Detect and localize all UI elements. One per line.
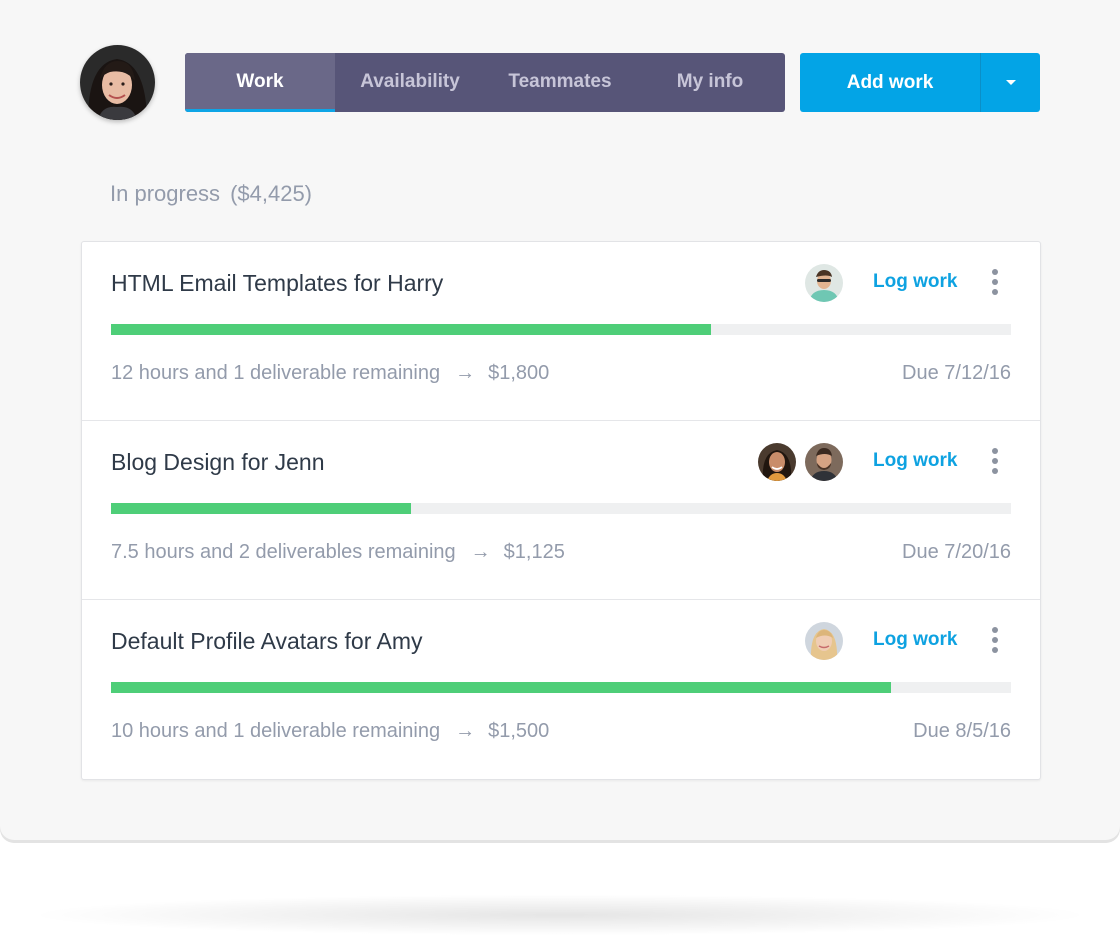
project-title: Blog Design for Jenn [111, 449, 325, 475]
progress-fill [111, 682, 892, 693]
add-work-button[interactable]: Add work [800, 53, 980, 112]
log-work-link[interactable]: Log work [873, 450, 957, 472]
main-tabs: Work Availability Teammates My info [185, 53, 785, 112]
section-title: In progress [110, 181, 221, 206]
project-amount: $1,500 [488, 720, 550, 742]
tab-my-info[interactable]: My info [635, 53, 785, 112]
due-date: Due 7/12/16 [902, 362, 1011, 384]
assignee-avatar[interactable] [758, 443, 796, 481]
section-total: ($4,425) [230, 181, 313, 206]
log-work-link[interactable]: Log work [873, 629, 957, 651]
app-window: Work Availability Teammates My info Add … [0, 0, 1120, 840]
project-list: HTML Email Templates for Harry Log work [81, 241, 1041, 780]
more-options-icon[interactable] [987, 269, 1003, 299]
project-amount: $1,800 [488, 362, 550, 384]
assignee-avatar[interactable] [805, 443, 843, 481]
assignee-avatar[interactable] [805, 264, 843, 302]
progress-track [111, 503, 1011, 514]
project-title: HTML Email Templates for Harry [111, 270, 444, 296]
more-options-icon[interactable] [987, 448, 1003, 478]
section-heading: In progress ($4,425) [110, 181, 312, 207]
progress-track [111, 324, 1011, 335]
add-work-split-button: Add work [800, 53, 1040, 112]
project-meta: 7.5 hours and 2 deliverables remaining → $… [111, 541, 565, 564]
arrow-right-icon: → [455, 720, 476, 742]
project-row: HTML Email Templates for Harry Log work [82, 242, 1040, 421]
caret-down-icon [1005, 80, 1016, 85]
project-title: Default Profile Avatars for Amy [111, 628, 423, 654]
arrow-right-icon: → [455, 362, 476, 384]
remaining-text: 12 hours and 1 deliverable remaining [111, 362, 441, 384]
assignee-avatar[interactable] [805, 622, 843, 660]
tab-teammates[interactable]: Teammates [485, 53, 635, 112]
assignee-avatars [805, 264, 843, 302]
arrow-right-icon: → [470, 541, 491, 563]
progress-fill [111, 503, 411, 514]
project-meta: 10 hours and 1 deliverable remaining → $1,… [111, 720, 549, 743]
project-row: Blog Design for Jenn Log work 7.5 hours … [82, 421, 1040, 600]
more-options-icon[interactable] [987, 627, 1003, 657]
project-meta: 12 hours and 1 deliverable remaining → $1,… [111, 362, 549, 385]
due-date: Due 7/20/16 [902, 541, 1011, 563]
tab-availability[interactable]: Availability [335, 53, 485, 112]
add-work-dropdown-button[interactable] [981, 53, 1040, 112]
remaining-text: 10 hours and 1 deliverable remaining [111, 720, 441, 742]
assignee-avatars [805, 622, 843, 660]
progress-track [111, 682, 1011, 693]
project-row: Default Profile Avatars for Amy Log work [82, 600, 1040, 779]
tab-work[interactable]: Work [185, 53, 335, 112]
assignee-avatars [758, 443, 843, 481]
remaining-text: 7.5 hours and 2 deliverables remaining [111, 541, 456, 563]
progress-fill [111, 324, 712, 335]
project-amount: $1,125 [503, 541, 565, 563]
drop-shadow [40, 895, 1080, 935]
due-date: Due 8/5/16 [913, 720, 1011, 742]
log-work-link[interactable]: Log work [873, 271, 957, 293]
user-avatar[interactable] [80, 45, 155, 120]
